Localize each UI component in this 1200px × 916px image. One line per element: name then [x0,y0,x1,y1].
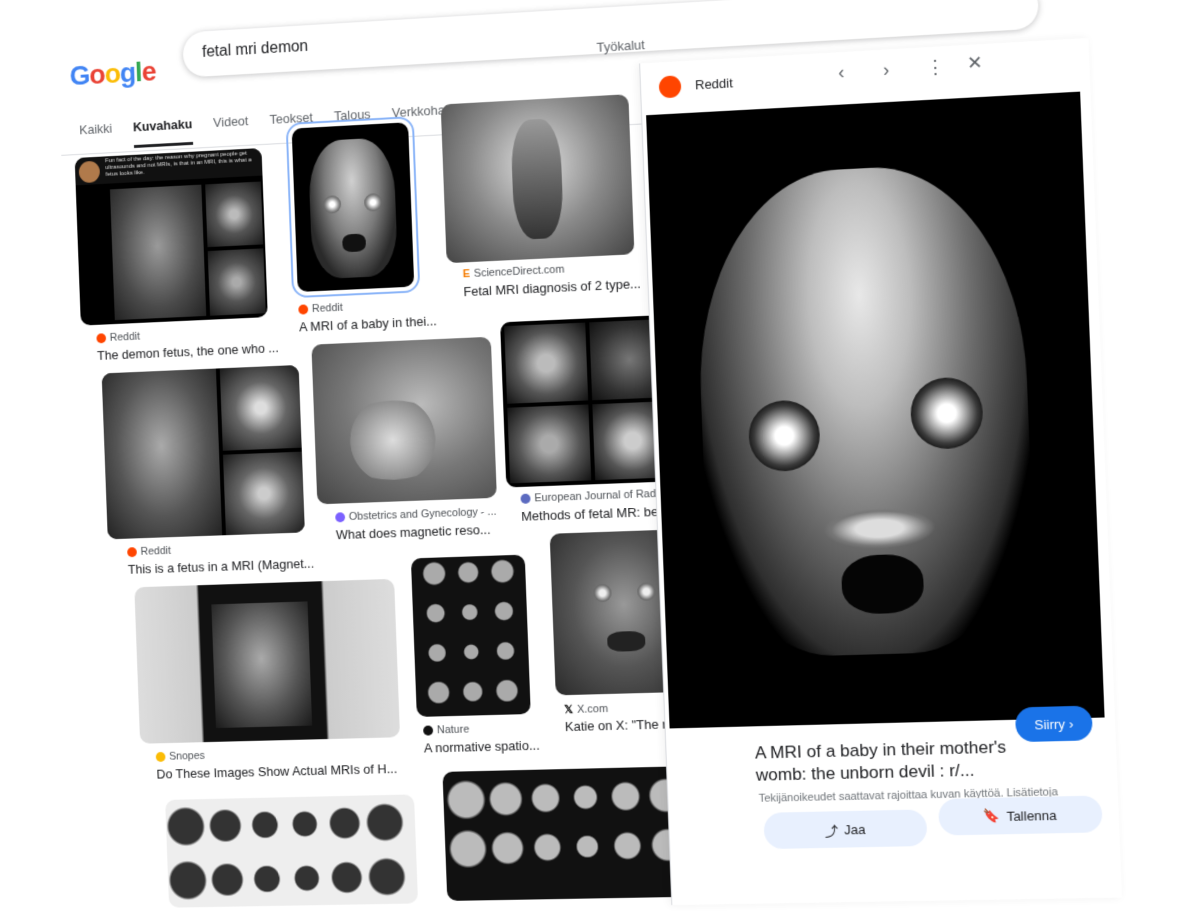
mri-mouth [841,553,925,614]
result-thumbnail[interactable] [292,122,415,292]
image-result[interactable]: Fun fact of the day: the reason why preg… [75,148,274,373]
result-source: Reddit [110,331,141,344]
image-result[interactable] [165,794,420,907]
tab-kaikki[interactable]: Kaikki [79,111,113,148]
share-button[interactable]: ⤴ Jaa [763,809,927,849]
tab-kuvahaku[interactable]: Kuvahaku [132,107,193,148]
panel-title[interactable]: A MRI of a baby in their mother's womb: … [755,736,1012,787]
result-title[interactable]: What does magnetic reso... [336,522,491,542]
result-thumbnail[interactable] [411,555,531,717]
more-vert-icon[interactable]: ⋮ [926,56,945,78]
result-title[interactable]: The demon fetus, the one who ... [97,340,279,363]
snopes-icon [156,752,166,762]
result-thumbnail[interactable] [134,579,400,744]
search-query[interactable]: fetal mri demon [202,38,309,62]
result-thumbnail[interactable] [165,794,418,907]
result-title[interactable]: This is a fetus in a MRI (Magnet... [128,556,315,577]
result-source: Reddit [312,302,343,315]
preview-image[interactable]: ◎ [646,92,1104,729]
result-source: Reddit [140,545,171,558]
image-result[interactable]: Nature A normative spatio... [411,554,547,766]
result-title[interactable]: A normative spatio... [424,738,540,756]
google-logo[interactable]: Google [69,56,156,92]
nature-icon [423,725,433,735]
reddit-icon [127,547,137,557]
result-title[interactable]: A MRI of a baby in thei... [299,313,437,334]
journal-icon [335,512,345,522]
x-icon: 𝕏 [564,703,573,716]
save-button[interactable]: 🔖 Tallenna [938,795,1103,835]
reddit-icon [96,333,106,343]
tools-button[interactable]: Työkalut [596,37,645,55]
panel-source[interactable]: Reddit [695,75,733,92]
bookmark-icon: 🔖 [983,808,1000,825]
image-result-selected[interactable]: Reddit A MRI of a baby in thei... [278,121,432,345]
search-results-page: Google fetal mri demon Kaikki Kuvahaku V… [4,0,1200,908]
image-result[interactable]: Reddit This is a fetus in a MRI (Magnet.… [102,365,311,579]
result-title[interactable]: Methods of fetal MR: be... [521,504,669,524]
chevron-right-icon[interactable]: › [883,59,890,81]
reddit-icon [298,304,308,314]
result-thumbnail[interactable]: Fun fact of the day: the reason why preg… [75,148,268,326]
share-icon: ⤴ [824,820,838,839]
close-icon[interactable]: ✕ [967,52,983,74]
image-preview-panel: Reddit ‹ › ⋮ ✕ ◎ Siirry › A MRI of a bab… [639,38,1122,905]
result-thumbnail[interactable] [441,94,635,263]
chevron-left-icon[interactable]: ‹ [838,62,845,84]
image-result[interactable]: Obstetrics and Gynecology - ... What doe… [311,337,500,552]
journal-icon [520,494,530,504]
result-source: Nature [437,724,470,737]
sciencedirect-icon: E [463,268,471,280]
result-source: X.com [577,702,608,715]
reddit-icon [659,75,682,98]
go-button[interactable]: Siirry › [1015,706,1093,743]
result-thumbnail[interactable] [102,365,305,539]
result-title[interactable]: Fetal MRI diagnosis of 2 type... [463,276,641,299]
image-result[interactable]: Snopes Do These Images Show Actual MRIs … [134,579,404,793]
result-source: European Journal of Radi... [534,488,668,505]
result-source: Obstetrics and Gynecology - ... [349,506,497,523]
tab-videot[interactable]: Videot [213,103,249,140]
result-source: ScienceDirect.com [474,264,565,280]
result-source: Snopes [169,750,205,763]
image-result[interactable]: E ScienceDirect.com Fetal MRI diagnosis o… [441,94,647,323]
result-thumbnail[interactable] [311,337,497,505]
result-title[interactable]: Do These Images Show Actual MRIs of H... [156,761,397,781]
